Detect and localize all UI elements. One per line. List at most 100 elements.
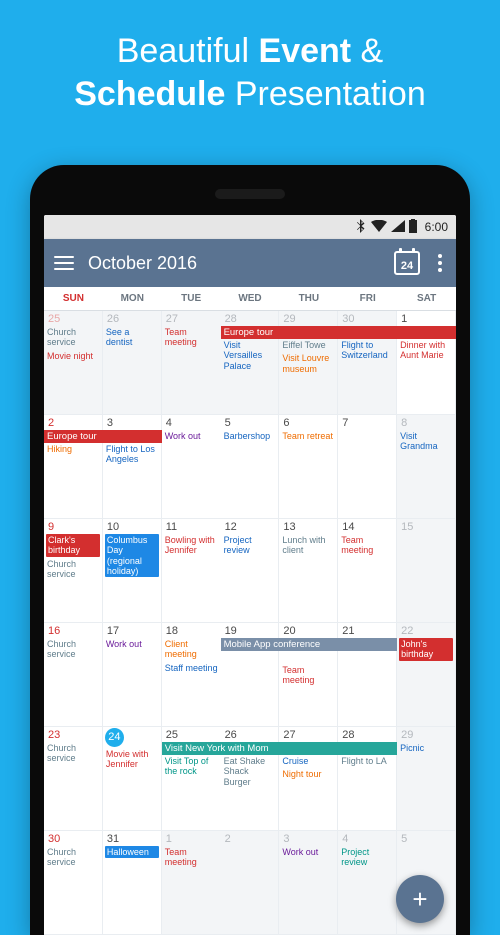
promo-title: Beautiful Event & Schedule Presentation bbox=[0, 0, 500, 125]
event[interactable]: Team meeting bbox=[164, 846, 219, 869]
event[interactable]: Picnic bbox=[399, 742, 453, 754]
toolbar-title[interactable]: October 2016 bbox=[88, 253, 380, 274]
weekday-thu: THU bbox=[279, 287, 338, 310]
event[interactable]: Team meeting bbox=[164, 326, 219, 349]
day-cell[interactable]: 22John's birthday bbox=[397, 623, 456, 727]
day-number: 26 bbox=[225, 729, 277, 741]
event[interactable]: Halloween bbox=[105, 846, 159, 858]
day-number: 21 bbox=[342, 625, 394, 637]
day-number: 3 bbox=[107, 417, 159, 429]
event[interactable]: Client meeting bbox=[164, 638, 219, 661]
day-cell[interactable]: 23Church service bbox=[44, 727, 103, 831]
event[interactable]: Team meeting bbox=[281, 664, 335, 687]
day-cell[interactable]: 9Clark's birthdayChurch service bbox=[44, 519, 103, 623]
day-cell[interactable]: 27Team meeting bbox=[162, 311, 221, 415]
event[interactable]: John's birthday bbox=[399, 638, 453, 661]
day-number: 4 bbox=[342, 833, 394, 845]
banner-europe-tour-1[interactable]: Europe tour bbox=[221, 326, 456, 339]
day-cell[interactable]: 5Barbershop bbox=[221, 415, 280, 519]
day-cell[interactable]: 24Movie with Jennifer bbox=[103, 727, 162, 831]
event[interactable]: Dinner with Aunt Marie bbox=[399, 339, 453, 362]
day-cell[interactable]: 12Project review bbox=[221, 519, 280, 623]
day-cell[interactable]: 17Work out bbox=[103, 623, 162, 727]
event[interactable]: Church service bbox=[46, 326, 100, 349]
banner-nyc[interactable]: Visit New York with Mom bbox=[162, 742, 397, 755]
event[interactable]: Flight to Switzerland bbox=[340, 339, 394, 362]
weekday-header: SUN MON TUE WED THU FRI SAT bbox=[44, 287, 456, 311]
overflow-menu-icon[interactable] bbox=[434, 254, 446, 272]
day-cell[interactable]: 13Lunch with client bbox=[279, 519, 338, 623]
event[interactable]: Team retreat bbox=[281, 430, 335, 442]
day-cell[interactable]: 14Team meeting bbox=[338, 519, 397, 623]
event[interactable]: Night tour bbox=[281, 768, 335, 780]
event[interactable]: Church service bbox=[46, 638, 100, 661]
day-cell[interactable]: 4Project review bbox=[338, 831, 397, 935]
day-cell[interactable]: 1Team meeting bbox=[162, 831, 221, 935]
event[interactable]: Work out bbox=[164, 430, 219, 442]
event[interactable]: Church service bbox=[46, 846, 100, 869]
status-time: 6:00 bbox=[425, 220, 448, 234]
day-cell[interactable]: 29Picnic bbox=[397, 727, 456, 831]
event[interactable]: Work out bbox=[105, 638, 159, 650]
day-cell[interactable]: 30Church service bbox=[44, 831, 103, 935]
event[interactable]: Visit Grandma bbox=[399, 430, 453, 453]
day-number: 5 bbox=[401, 833, 453, 845]
event[interactable]: Barbershop bbox=[223, 430, 277, 442]
day-cell[interactable]: 26See a dentist bbox=[103, 311, 162, 415]
day-number: 28 bbox=[225, 313, 277, 325]
event[interactable]: Lunch with client bbox=[281, 534, 335, 557]
day-cell[interactable]: 11Bowling with Jennifer bbox=[162, 519, 221, 623]
event[interactable]: Bowling with Jennifer bbox=[164, 534, 219, 557]
day-cell[interactable]: 4Work out bbox=[162, 415, 221, 519]
event[interactable]: Flight to Los Angeles bbox=[105, 443, 159, 466]
day-number: 24 bbox=[105, 728, 124, 747]
day-number: 1 bbox=[166, 833, 219, 845]
today-icon[interactable]: 24 bbox=[394, 251, 420, 275]
event[interactable]: Staff meeting bbox=[164, 662, 219, 674]
day-cell[interactable]: 18Client meetingStaff meeting bbox=[162, 623, 221, 727]
event[interactable]: Visit Versailles Palace bbox=[223, 339, 277, 372]
add-event-fab[interactable]: + bbox=[396, 875, 444, 923]
banner-europe-tour-2[interactable]: Europe tour bbox=[44, 430, 162, 443]
day-number: 28 bbox=[342, 729, 394, 741]
event[interactable]: Eat Shake Shack Burger bbox=[223, 755, 277, 788]
day-cell[interactable]: 16Church service bbox=[44, 623, 103, 727]
event[interactable]: Church service bbox=[46, 742, 100, 765]
event[interactable]: Columbus Day (regional holiday) bbox=[105, 534, 159, 577]
day-cell[interactable]: 8Visit Grandma bbox=[397, 415, 456, 519]
day-cell[interactable]: 31Halloween bbox=[103, 831, 162, 935]
day-cell[interactable]: 3Work out bbox=[279, 831, 338, 935]
event[interactable]: Clark's birthday bbox=[46, 534, 100, 557]
wifi-icon bbox=[371, 220, 387, 235]
event[interactable]: Work out bbox=[281, 846, 335, 858]
day-cell[interactable]: 15 bbox=[397, 519, 456, 623]
day-number: 4 bbox=[166, 417, 219, 429]
event[interactable]: Project review bbox=[223, 534, 277, 557]
event[interactable]: Visit Top of the rock bbox=[164, 755, 219, 778]
event[interactable]: Movie night bbox=[46, 350, 100, 362]
day-cell[interactable]: 7 bbox=[338, 415, 397, 519]
event[interactable]: Team meeting bbox=[340, 534, 394, 557]
day-cell[interactable]: 2 bbox=[221, 831, 280, 935]
day-number: 9 bbox=[48, 521, 100, 533]
event[interactable]: Movie with Jennifer bbox=[105, 748, 159, 771]
event[interactable]: Hiking bbox=[46, 443, 100, 455]
event[interactable]: Church service bbox=[46, 558, 100, 581]
day-cell[interactable]: 25Church serviceMovie night bbox=[44, 311, 103, 415]
weekday-fri: FRI bbox=[338, 287, 397, 310]
day-number: 2 bbox=[48, 417, 100, 429]
event[interactable]: Visit Louvre museum bbox=[281, 352, 335, 375]
event[interactable]: See a dentist bbox=[105, 326, 159, 349]
event[interactable]: Eiffel Towe bbox=[281, 339, 335, 351]
menu-icon[interactable] bbox=[54, 256, 74, 270]
event[interactable]: Cruise bbox=[281, 755, 335, 767]
app-toolbar: October 2016 24 bbox=[44, 239, 456, 287]
event[interactable]: Flight to LA bbox=[340, 755, 394, 767]
weekday-mon: MON bbox=[103, 287, 162, 310]
banner-mobile-app[interactable]: Mobile App conference bbox=[221, 638, 398, 651]
day-cell[interactable]: 6Team retreat bbox=[279, 415, 338, 519]
day-number: 27 bbox=[283, 729, 335, 741]
event[interactable]: Project review bbox=[340, 846, 394, 869]
day-cell[interactable]: 10Columbus Day (regional holiday) bbox=[103, 519, 162, 623]
day-number: 27 bbox=[166, 313, 219, 325]
